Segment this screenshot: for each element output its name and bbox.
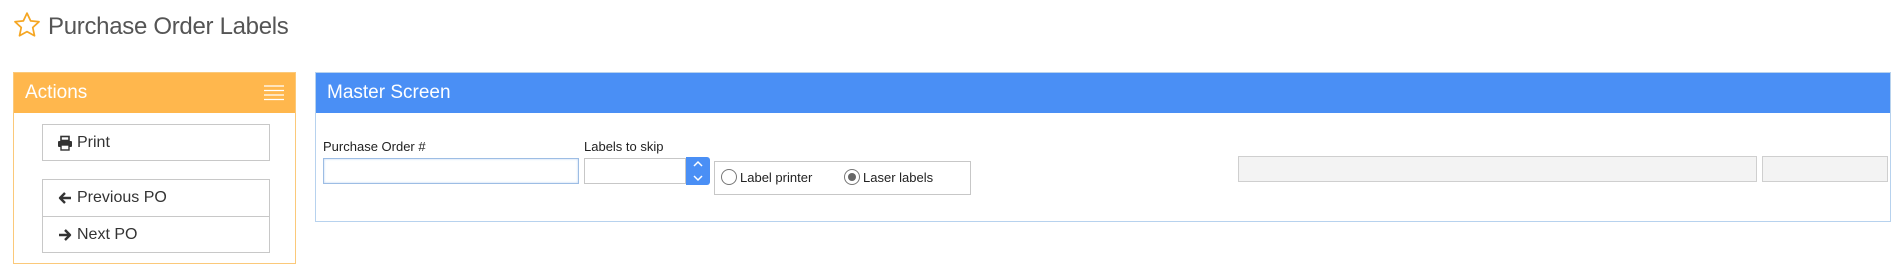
radio-checked-icon [844,169,860,185]
actions-title: Actions [25,82,88,103]
labels-to-skip-label: Labels to skip [584,139,664,154]
labels-to-skip-spinner [686,157,710,185]
purchase-order-input[interactable] [323,158,579,184]
master-header: Master Screen [316,73,1890,113]
label-printer-text: Label printer [740,169,813,185]
actions-panel: Actions Print Previous PO Next PO [13,72,296,264]
spin-down-icon[interactable] [686,171,710,185]
label-type-radio-group: Label printer Laser labels [714,161,971,195]
readonly-field-wide [1238,156,1757,182]
arrow-left-icon [57,190,73,206]
print-icon [57,135,73,151]
print-button-label: Print [77,133,110,151]
radio-unchecked-icon [721,169,737,185]
page-header: Purchase Order Labels [12,10,289,44]
print-button[interactable]: Print [42,124,270,161]
purchase-order-label: Purchase Order # [323,139,426,154]
next-po-button[interactable]: Next PO [42,216,270,253]
laser-labels-text: Laser labels [863,169,934,185]
arrow-right-icon [57,227,73,243]
spin-up-icon[interactable] [686,157,710,171]
master-title: Master Screen [327,82,451,103]
hamburger-menu-icon[interactable] [264,85,284,101]
actions-header: Actions [14,73,295,113]
laser-labels-radio[interactable]: Laser labels [844,169,933,185]
next-po-label: Next PO [77,225,138,243]
previous-po-button[interactable]: Previous PO [42,179,270,216]
master-screen-panel: Master Screen Purchase Order # Labels to… [315,72,1891,222]
previous-po-label: Previous PO [77,189,167,206]
label-printer-radio[interactable]: Label printer [721,169,812,185]
star-outline-icon[interactable] [12,10,42,45]
page-title: Purchase Order Labels [48,13,289,40]
labels-to-skip-input[interactable] [584,158,686,184]
readonly-field-narrow [1762,156,1888,182]
